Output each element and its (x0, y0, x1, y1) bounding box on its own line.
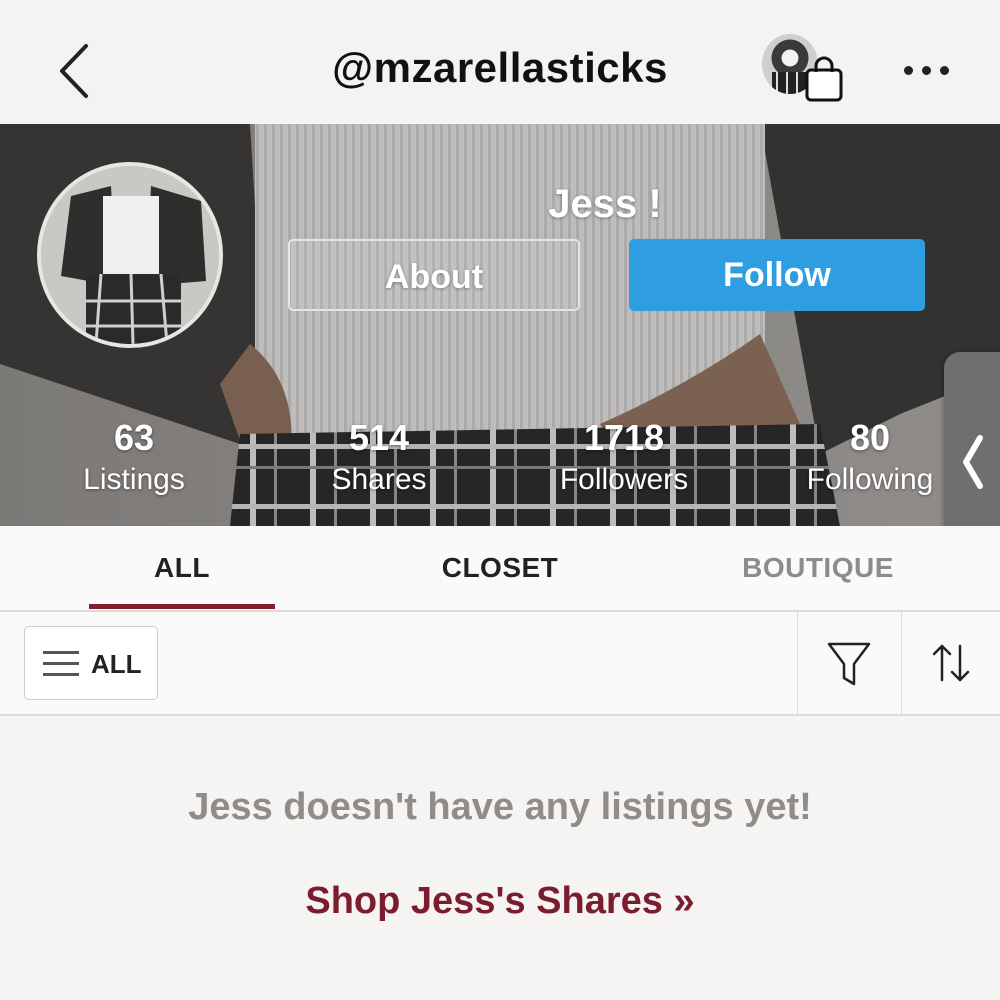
stat-value: 63 (113, 417, 155, 458)
about-button[interactable]: About (288, 239, 580, 311)
stat-followers[interactable]: 1718 Followers (514, 416, 734, 500)
follow-button[interactable]: Follow (629, 239, 925, 311)
stat-shares[interactable]: 514 Shares (269, 416, 489, 500)
top-nav-bar: @mzarellasticks (0, 0, 1000, 125)
stat-label: Shares (331, 463, 427, 496)
back-button[interactable] (50, 38, 100, 104)
stat-label: Followers (559, 463, 689, 496)
filter-bar: ALL (0, 612, 1000, 716)
avatar[interactable] (37, 162, 223, 348)
closet-tabs: ALL CLOSET BOUTIQUE (0, 526, 1000, 612)
filter-icon (827, 642, 871, 686)
filter-button[interactable] (798, 612, 900, 714)
shopping-bag-icon (805, 56, 843, 102)
empty-state-message: Jess doesn't have any listings yet! (188, 786, 812, 828)
stat-value: 514 (348, 417, 410, 458)
active-tab-indicator (89, 604, 275, 609)
category-dropdown-button[interactable]: ALL (24, 626, 158, 700)
shop-shares-link[interactable]: Shop Jess's Shares » (0, 880, 1000, 923)
tab-all[interactable]: ALL (89, 552, 275, 584)
stat-listings[interactable]: 63 Listings (24, 416, 244, 500)
page-title: @mzarellasticks (332, 44, 668, 91)
sort-button[interactable] (902, 612, 1000, 714)
avatar-photo (41, 166, 219, 344)
chevron-left-icon (963, 435, 983, 489)
category-label: ALL (91, 649, 142, 679)
tab-closet[interactable]: CLOSET (400, 552, 600, 584)
stat-value: 1718 (583, 417, 665, 458)
stat-label: Listings (83, 463, 185, 496)
tab-boutique[interactable]: BOUTIQUE (718, 552, 918, 584)
profile-header: Jess ! About Follow 63 Listings 514 Shar… (0, 124, 1000, 526)
menu-icon (43, 651, 79, 676)
chevron-left-icon (60, 44, 88, 98)
display-name: Jess ! (548, 182, 662, 226)
more-options-button[interactable] (898, 54, 958, 88)
sort-icon (932, 644, 970, 682)
bundle-button[interactable] (762, 34, 848, 104)
